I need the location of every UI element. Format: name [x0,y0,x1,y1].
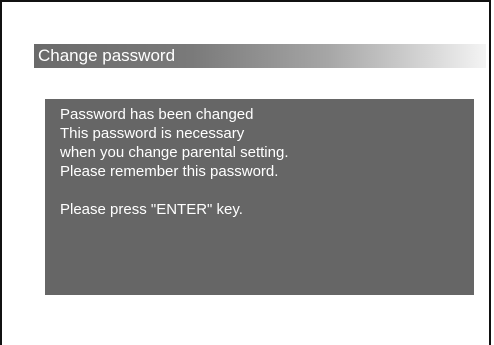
enter-key-instruction: Please press "ENTER" key. [60,201,243,218]
message-line-parental-setting: when you change parental setting. [60,144,289,161]
screen-frame: Change password Password has been change… [0,0,491,345]
dialog-title-bar: Change password [34,44,486,68]
message-text: Password has been changed This password … [60,105,289,219]
message-box: Password has been changed This password … [45,99,474,295]
message-line-password-necessary: This password is necessary [60,125,245,142]
message-line-remember-password: Please remember this password. [60,163,279,180]
dialog-title: Change password [38,46,176,65]
message-line-password-changed: Password has been changed [60,106,254,123]
